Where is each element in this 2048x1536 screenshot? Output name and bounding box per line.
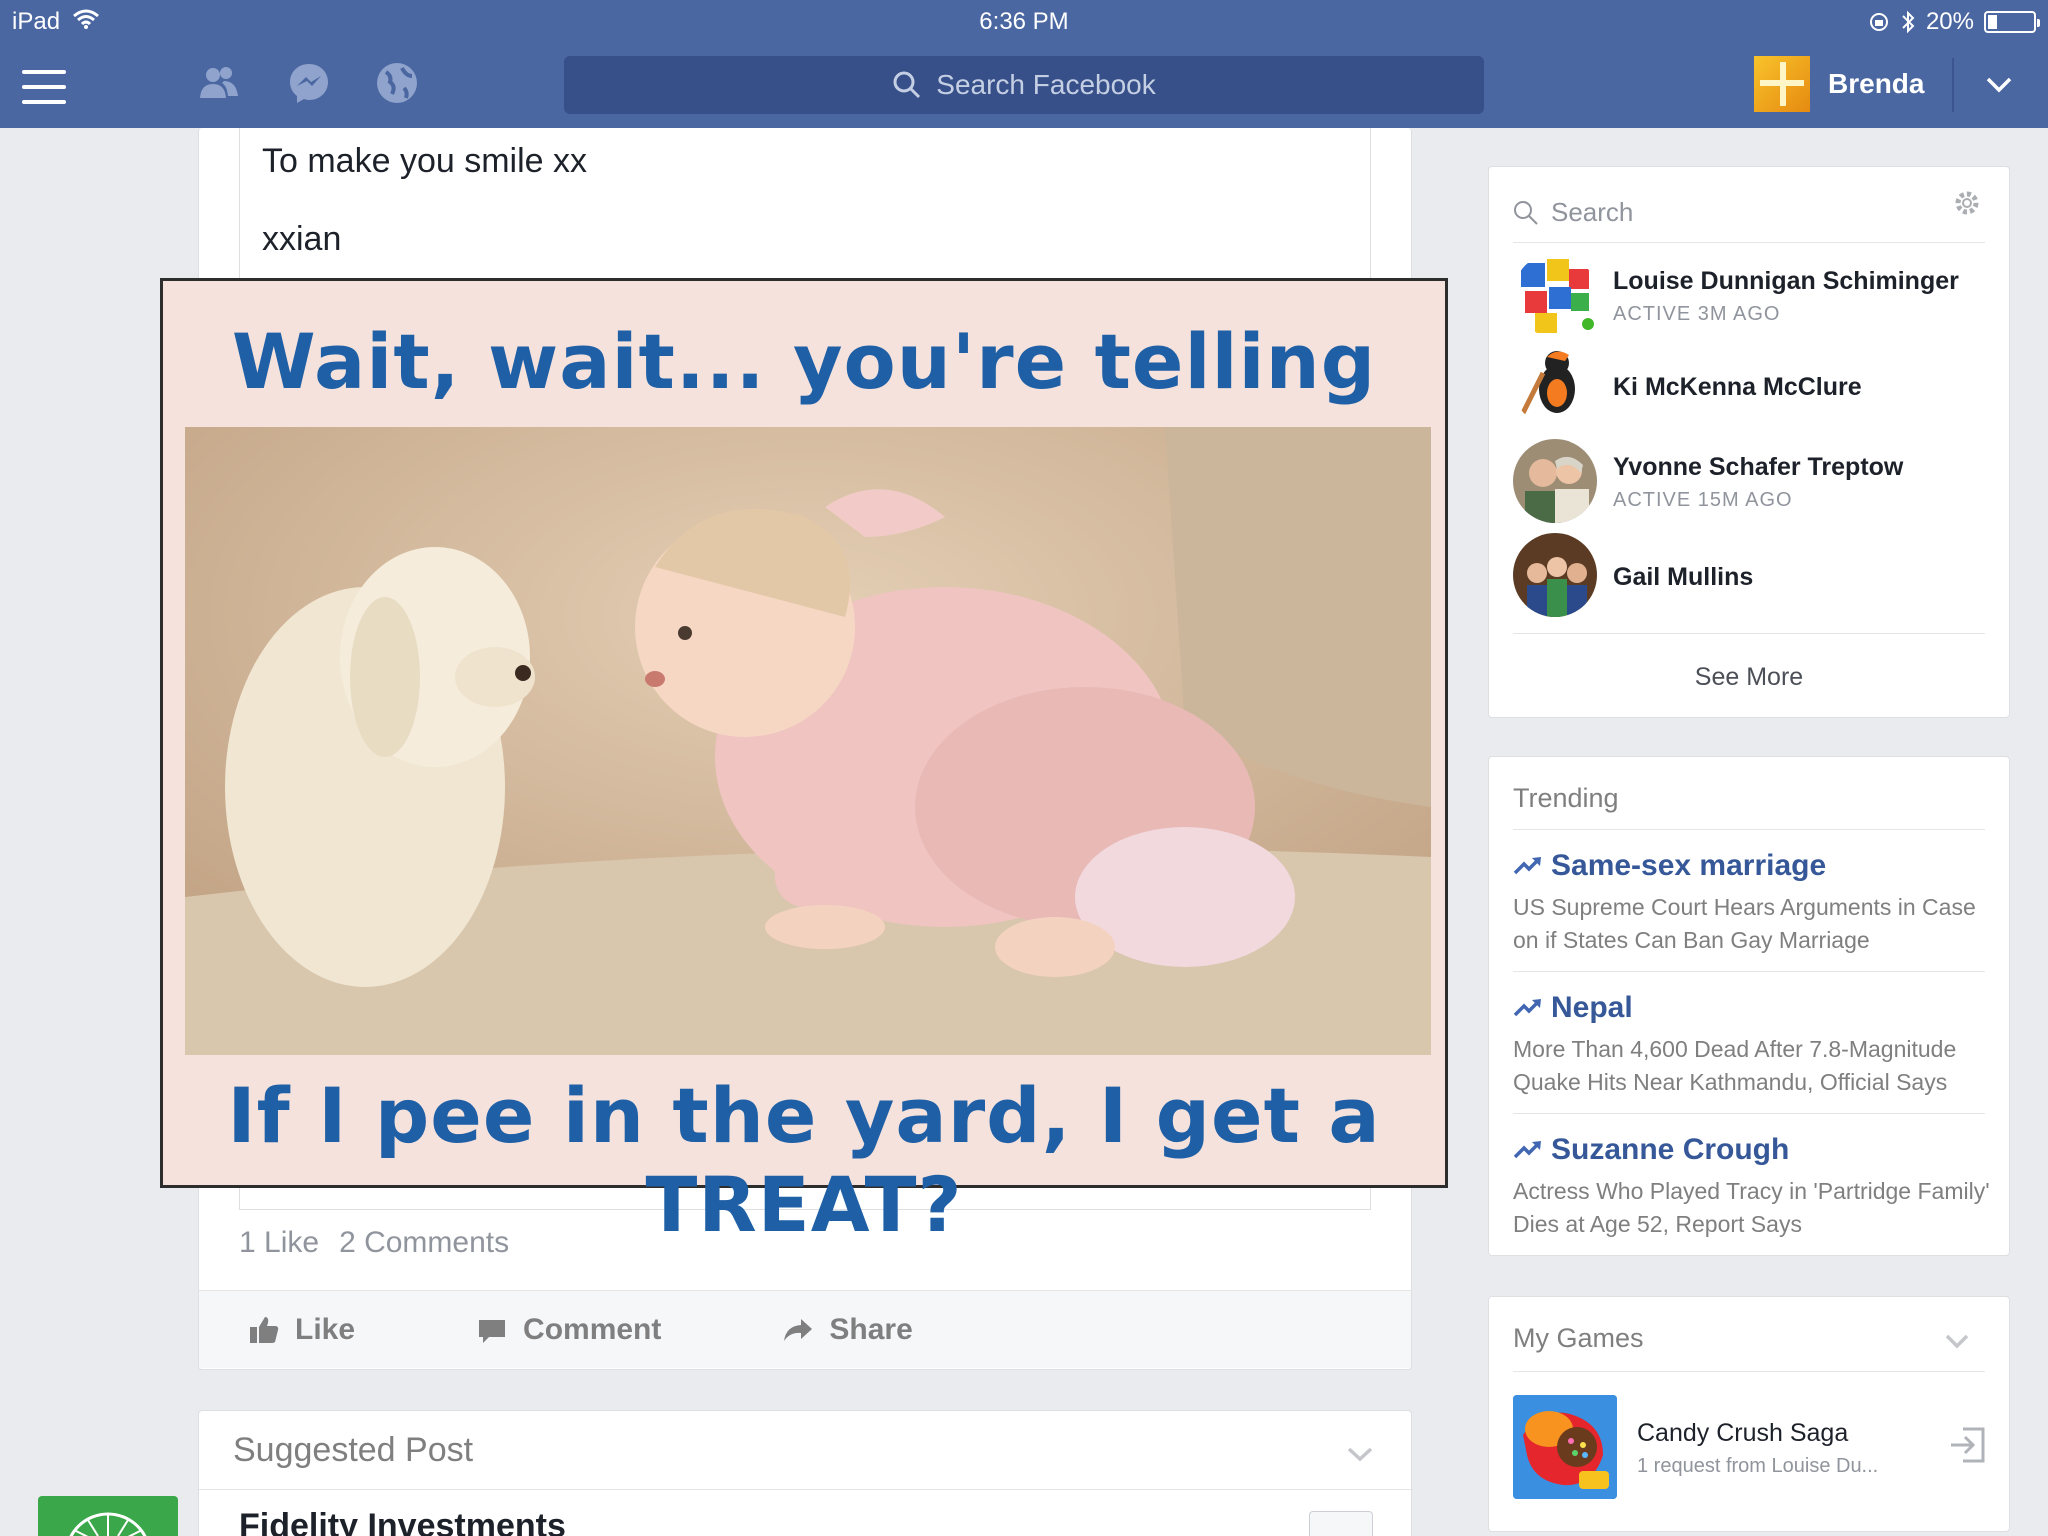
search-icon	[1514, 200, 1538, 225]
divider	[1513, 633, 1985, 634]
search-placeholder: Search Facebook	[936, 69, 1156, 100]
baby-and-puppy-photo	[185, 427, 1431, 1055]
friend-name: Gail Mullins	[1613, 563, 1754, 591]
like-page-button[interactable]	[1309, 1511, 1373, 1536]
divider	[1513, 829, 1985, 830]
nav-divider	[1952, 58, 1954, 112]
friend-name: Yvonne Schafer Treptow	[1613, 453, 1904, 481]
profile-link[interactable]: Brenda	[1754, 56, 1924, 112]
message-line: To make you smile xx	[262, 142, 587, 180]
friend-status: ACTIVE 15M AGO	[1613, 489, 1793, 511]
share-button[interactable]: Share	[781, 1312, 913, 1347]
chat-friend-item[interactable]: Ki McKenna McClure	[1513, 343, 1987, 429]
chevron-down-icon[interactable]	[1345, 1439, 1375, 1469]
avatar	[1754, 56, 1810, 112]
chevron-down-icon[interactable]	[1984, 70, 2014, 100]
battery-icon	[1984, 11, 2040, 33]
trending-arrow-icon	[1513, 1141, 1541, 1159]
gear-icon[interactable]	[1953, 189, 1981, 217]
message-signature: xxian	[262, 220, 342, 258]
share-label: Share	[829, 1312, 913, 1346]
trending-arrow-icon	[1513, 857, 1541, 875]
meme-image[interactable]: Wait, wait... you're telling me...	[160, 278, 1448, 1249]
fidelity-logo[interactable]	[38, 1496, 178, 1536]
like-label: Like	[295, 1312, 356, 1346]
divider	[1513, 971, 1985, 972]
comment-button[interactable]: Comment	[475, 1313, 661, 1347]
trending-topic-name: Nepal	[1551, 991, 1633, 1024]
trending-topic-description: Actress Who Played Tracy in 'Partridge F…	[1513, 1178, 1990, 1237]
profile-name: Brenda	[1828, 68, 1925, 99]
avatar	[1513, 533, 1597, 617]
suggested-post: Suggested Post Fidelity Investments	[198, 1410, 1412, 1536]
trending-arrow-icon	[1513, 999, 1541, 1017]
top-bar: iPad 6:36 PM 20% Search Facebook Brenda	[0, 0, 2048, 128]
suggested-page-name[interactable]: Fidelity Investments	[239, 1507, 566, 1536]
clock: 6:36 PM	[979, 8, 1069, 35]
status-right: 20%	[1868, 8, 2040, 36]
see-more-link[interactable]: See More	[1489, 663, 2009, 692]
divider	[199, 1489, 1411, 1490]
share-arrow-icon	[784, 1318, 813, 1341]
search-icon	[893, 71, 921, 99]
trending-topic-name: Suzanne Crough	[1551, 1133, 1790, 1166]
chat-friend-item[interactable]: Yvonne Schafer Treptow ACTIVE 15M AGO	[1513, 439, 1987, 525]
menu-icon[interactable]	[22, 70, 66, 104]
game-request-text: 1 request from Louise Du...	[1637, 1455, 1879, 1477]
thumbs-up-icon	[250, 1316, 279, 1343]
friend-name: Ki McKenna McClure	[1613, 373, 1862, 401]
friend-requests-icon[interactable]	[196, 60, 242, 106]
candy-crush-icon[interactable]	[1513, 1395, 1617, 1499]
battery-percent: 20%	[1925, 8, 1974, 35]
trending-topic[interactable]: Suzanne Crough Actress Who Played Tracy …	[1513, 1133, 1993, 1241]
avatar	[1513, 343, 1597, 427]
chat-friend-item[interactable]: Louise Dunnigan Schiminger ACTIVE 3M AGO	[1513, 253, 1987, 339]
my-games-title: My Games	[1513, 1323, 1644, 1353]
avatar	[1513, 439, 1597, 523]
like-button[interactable]: Like	[247, 1313, 355, 1347]
divider	[1513, 1371, 1985, 1372]
post-actions: Like Comment Share	[199, 1290, 1411, 1368]
comment-bubble-icon	[479, 1319, 506, 1343]
trending-topic[interactable]: Nepal More Than 4,600 Dead After 7.8-Mag…	[1513, 991, 1993, 1099]
bluetooth-icon	[1902, 10, 1915, 34]
my-games-box: My Games Candy Crush Saga 1 request from…	[1488, 1296, 2010, 1532]
divider	[1513, 1113, 1985, 1114]
status-bar: iPad 6:36 PM 20%	[0, 0, 2048, 42]
fidelity-logo-icon	[69, 1512, 147, 1536]
chat-search-placeholder: Search	[1551, 197, 1634, 227]
search-facebook-input[interactable]: Search Facebook	[564, 56, 1484, 114]
friend-status: ACTIVE 3M AGO	[1613, 303, 1781, 325]
suggested-post-header: Suggested Post	[233, 1431, 474, 1469]
meme-bottom-caption: If I pee in the yard, I get a TREAT?	[227, 1071, 1381, 1249]
game-name[interactable]: Candy Crush Saga	[1637, 1419, 1848, 1448]
rotation-lock-icon	[1869, 13, 1888, 31]
chat-friend-item[interactable]: Gail Mullins	[1513, 533, 1987, 619]
open-game-icon[interactable]	[1947, 1425, 1987, 1465]
comment-label: Comment	[523, 1312, 662, 1346]
trending-box: Trending Same-sex marriage US Supreme Co…	[1488, 756, 2010, 1256]
notifications-globe-icon[interactable]	[374, 60, 420, 106]
chat-search-input[interactable]: Search	[1513, 183, 1985, 243]
trending-topic-description: More Than 4,600 Dead After 7.8-Magnitude…	[1513, 1036, 1957, 1095]
trending-topic-name: Same-sex marriage	[1551, 849, 1827, 882]
friend-name: Louise Dunnigan Schiminger	[1613, 267, 1959, 295]
trending-title: Trending	[1513, 783, 1619, 813]
messenger-icon[interactable]	[286, 60, 332, 106]
meme-photo	[185, 427, 1431, 1055]
chevron-down-icon[interactable]	[1943, 1327, 1971, 1355]
trending-topic[interactable]: Same-sex marriage US Supreme Court Hears…	[1513, 849, 1993, 957]
navigation-bar: Search Facebook Brenda	[0, 42, 2048, 128]
trending-topic-description: US Supreme Court Hears Arguments in Case…	[1513, 894, 1976, 953]
online-status-dot	[1579, 315, 1597, 333]
chat-sidebar: Search Louise Dunnigan Schiminger ACTIVE…	[1488, 166, 2010, 718]
